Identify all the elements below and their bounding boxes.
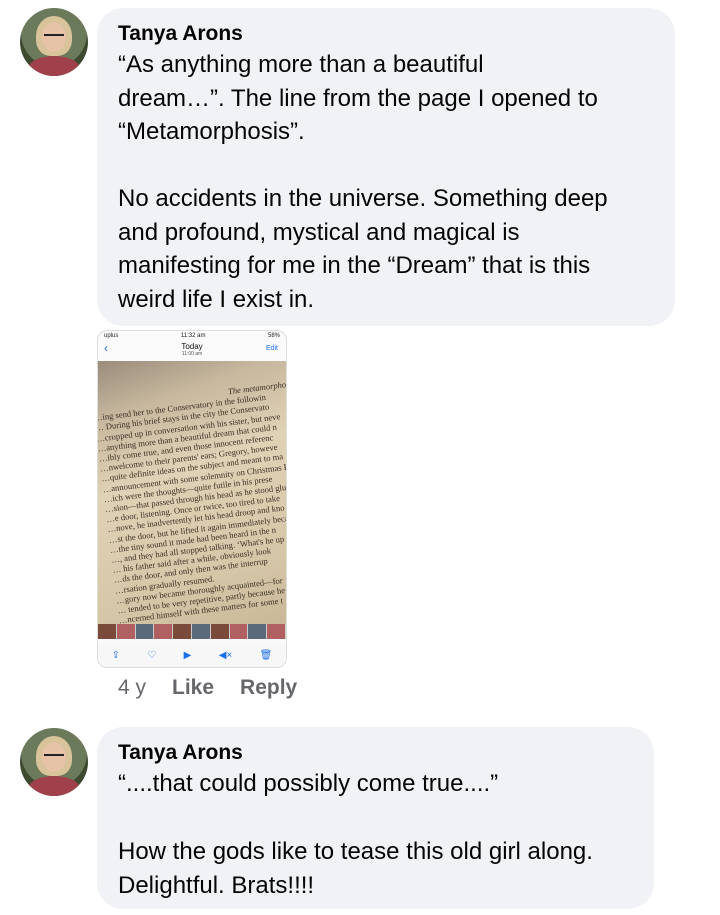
thumbnail [267, 624, 286, 639]
like-button[interactable]: Like [172, 676, 214, 700]
photo-thumbnail-strip [98, 624, 286, 639]
avatar[interactable] [20, 728, 88, 796]
comment-text: No accidents in the universe. Something … [118, 185, 608, 313]
thumbnail [154, 624, 174, 639]
photo-date-title: Today [181, 342, 203, 351]
comment-actions: 4 y Like Reply [118, 676, 297, 700]
thumbnail [173, 624, 192, 639]
glasses-shape [44, 34, 64, 41]
play-icon: ▶ [183, 649, 192, 661]
trash-icon: 🗑 [259, 649, 273, 661]
book-page-text: The metamorphosis …ing send her to the C… [98, 377, 286, 625]
shirt-shape [28, 56, 80, 76]
battery-label: 58% [267, 333, 280, 339]
thumbnail [98, 624, 117, 639]
carrier-label: uplus [104, 333, 119, 339]
thumbnail [248, 624, 268, 639]
heart-icon: ♡ [147, 649, 157, 661]
comment-bubble: Tanya Arons “As anything more than a bea… [97, 8, 675, 326]
thumbnail [229, 624, 249, 639]
clock-label: 11:32 am [180, 333, 206, 339]
comment-text: “....that could possibly come true....” [118, 770, 499, 797]
edit-label: Edit [265, 345, 278, 352]
comment-author[interactable]: Tanya Arons [118, 741, 243, 765]
comment-author[interactable]: Tanya Arons [118, 22, 243, 46]
avatar[interactable] [20, 8, 88, 76]
thumbnail [135, 624, 155, 639]
comment-bubble: Tanya Arons “....that could possibly com… [97, 727, 654, 909]
glasses-shape [44, 754, 64, 761]
reply-button[interactable]: Reply [240, 676, 297, 700]
comment-attached-image[interactable]: uplus 11:32 am 58% ‹ Today 11:00 am Edit… [97, 330, 287, 668]
share-icon: ⇪ [111, 649, 121, 661]
book-page-photo: The metamorphosis …ing send her to the C… [98, 361, 286, 639]
thumbnail [191, 624, 211, 639]
phone-status-bar: uplus 11:32 am 58% [104, 333, 280, 339]
photo-time-subtitle: 11:00 am [181, 351, 203, 357]
comment-age: 4 y [118, 676, 147, 699]
shirt-shape [28, 776, 80, 796]
thumbnail [210, 624, 230, 639]
thumbnail [116, 624, 136, 639]
photo-toolbar: ⇪ ♡ ▶ ◀× 🗑 [98, 643, 286, 667]
comment-text: How the gods like to tease this old girl… [118, 838, 593, 899]
mute-icon: ◀× [218, 649, 233, 661]
comment-text: “As anything more than a beautiful dream… [118, 51, 598, 145]
